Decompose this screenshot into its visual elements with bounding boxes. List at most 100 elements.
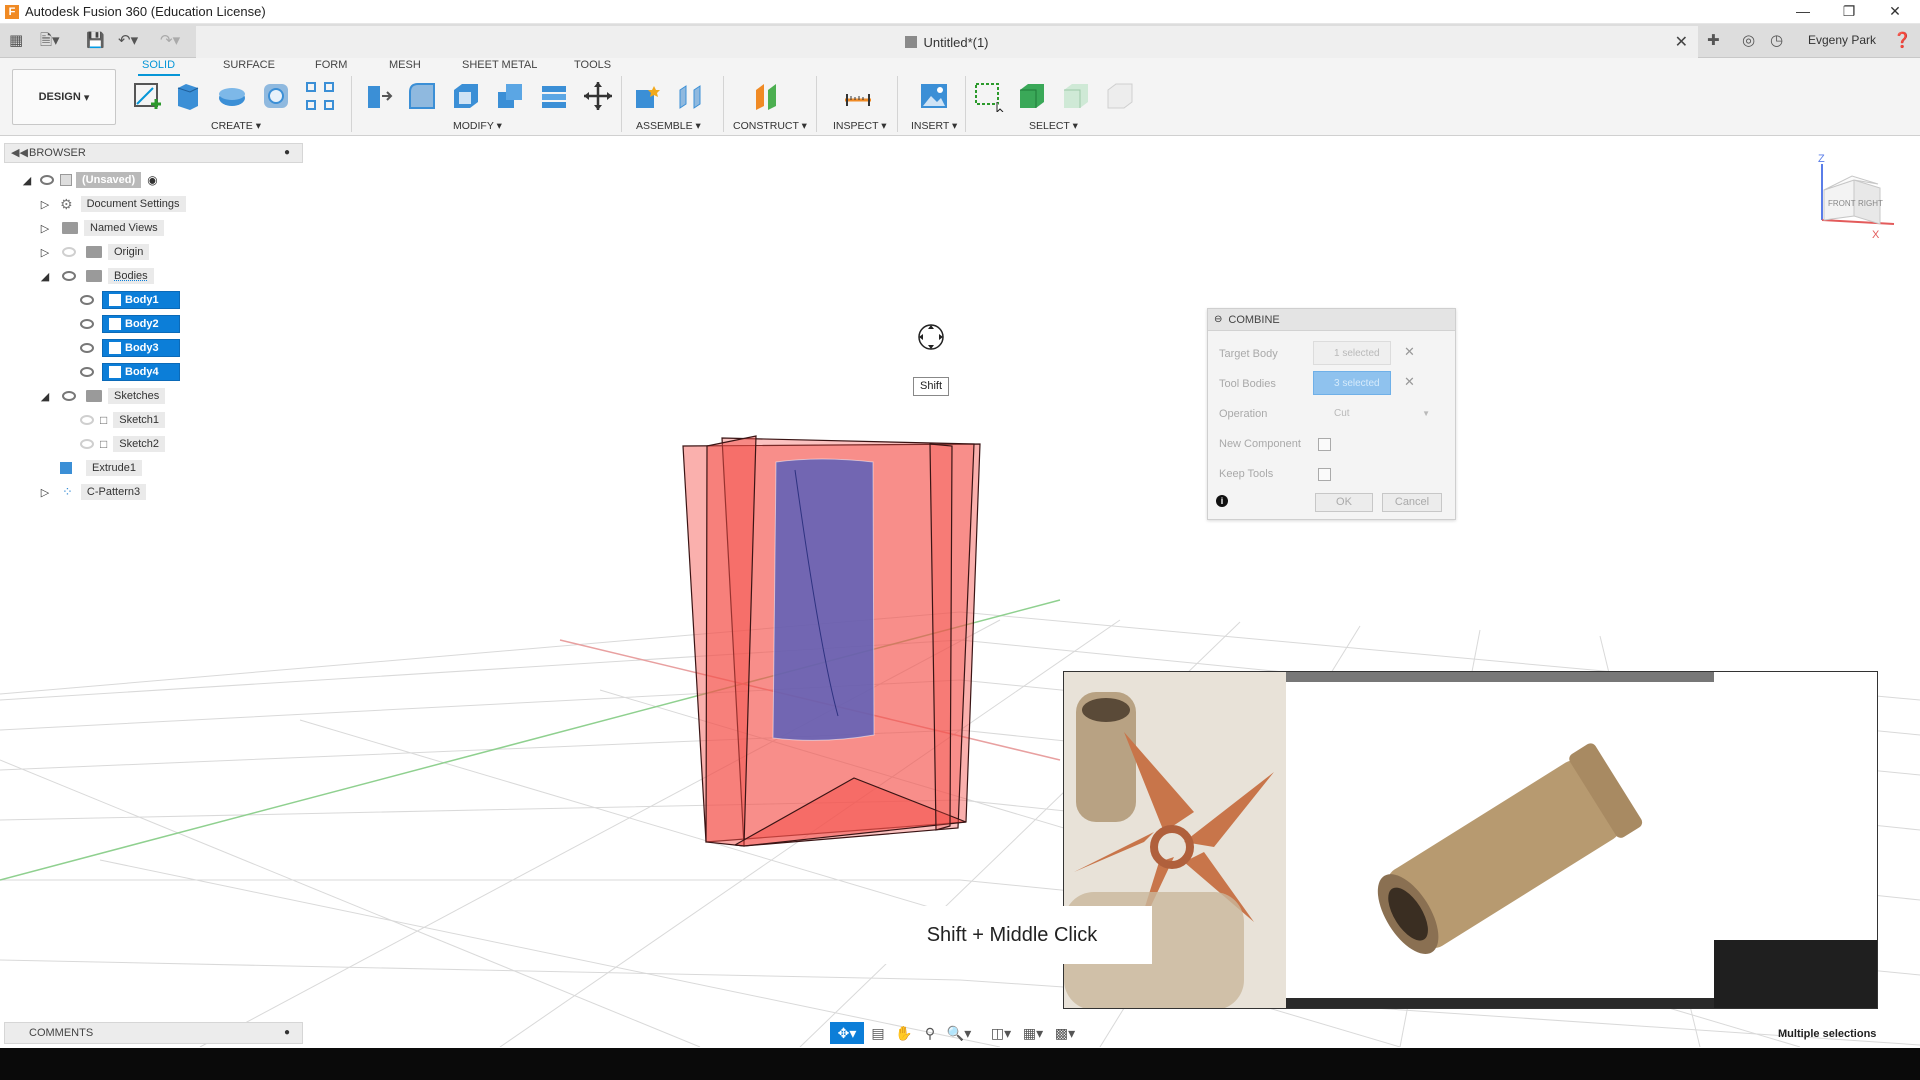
group-inspect[interactable]: INSPECT ▾ (833, 120, 887, 132)
press-pull-icon[interactable] (362, 80, 394, 112)
orbit-tool-icon[interactable]: ✥▾ (830, 1022, 864, 1044)
tab-sheet-metal[interactable]: SHEET METAL (462, 59, 537, 71)
display-settings-icon[interactable]: ◫▾ (986, 1022, 1016, 1044)
grid-settings-icon[interactable]: ▦▾ (1018, 1022, 1048, 1044)
joint-icon[interactable] (674, 80, 706, 112)
group-assemble[interactable]: ASSEMBLE ▾ (636, 120, 701, 132)
tree-item-named-views[interactable]: ▷ Named Views (38, 218, 164, 238)
tree-item-body4[interactable]: Body4 (80, 362, 180, 382)
tree-item-bodies[interactable]: ◢ Bodies (38, 266, 154, 286)
pan-icon[interactable]: ✋ (892, 1022, 916, 1044)
tree-item-document-settings[interactable]: ▷ ⚙ Document Settings (38, 194, 186, 214)
minimize-button[interactable]: — (1780, 0, 1826, 24)
new-component-checkbox[interactable] (1318, 438, 1331, 451)
measure-icon[interactable] (842, 80, 874, 112)
tab-solid[interactable]: SOLID (142, 59, 175, 71)
tree-item-origin[interactable]: ▷ Origin (38, 242, 150, 262)
tool-bodies-selector[interactable]: 3 selected (1313, 371, 1391, 395)
target-body-selector[interactable]: 1 selected (1313, 341, 1391, 365)
user-account[interactable]: Evgeny Park (1808, 33, 1876, 47)
new-tab-icon[interactable]: ✚ (1707, 31, 1720, 51)
visibility-eye-icon[interactable] (62, 247, 76, 257)
close-window-button[interactable]: ✕ (1872, 0, 1918, 24)
extrude-icon[interactable] (172, 80, 204, 112)
expand-icon[interactable]: ▷ (38, 246, 52, 259)
tree-item-sketch2[interactable]: □ Sketch2 (80, 434, 165, 454)
tab-surface[interactable]: SURFACE (223, 59, 275, 71)
collapse-browser-icon[interactable]: ◀◀ (11, 146, 28, 159)
clear-target-icon[interactable]: ✕ (1404, 344, 1415, 360)
offset-face-icon[interactable] (538, 80, 570, 112)
visibility-eye-icon[interactable] (62, 391, 76, 401)
revolve-icon[interactable] (216, 80, 248, 112)
ok-button[interactable]: OK (1315, 493, 1373, 512)
visibility-eye-icon[interactable] (80, 415, 94, 425)
combine-icon[interactable] (494, 80, 526, 112)
visibility-eye-icon[interactable] (80, 319, 94, 329)
expand-icon[interactable]: ▷ (38, 486, 52, 499)
tab-mesh[interactable]: MESH (389, 59, 421, 71)
comments-panel[interactable]: COMMENTS ● (4, 1022, 303, 1044)
document-tab[interactable]: Untitled*(1) ✕ (196, 26, 1698, 58)
tab-form[interactable]: FORM (315, 59, 347, 71)
clear-tools-icon[interactable]: ✕ (1404, 374, 1415, 390)
visibility-eye-icon[interactable] (80, 367, 94, 377)
fit-icon[interactable]: 🔍▾ (944, 1022, 974, 1044)
visibility-eye-icon[interactable] (40, 175, 54, 185)
group-modify[interactable]: MODIFY ▾ (453, 120, 502, 132)
group-insert[interactable]: INSERT ▾ (911, 120, 957, 132)
look-at-icon[interactable]: ▤ (866, 1022, 890, 1044)
file-menu-icon[interactable]: 🗎▾ (40, 31, 60, 51)
zoom-icon[interactable]: ⚲ (918, 1022, 942, 1044)
workspace-switcher[interactable]: DESIGN ▾ (12, 69, 116, 125)
visibility-eye-icon[interactable] (80, 439, 94, 449)
select-face-priority-icon[interactable] (1060, 80, 1092, 112)
pattern-icon[interactable] (304, 80, 336, 112)
select-body-priority-icon[interactable] (1016, 80, 1048, 112)
cancel-button[interactable]: Cancel (1382, 493, 1442, 512)
new-component-icon[interactable] (632, 80, 664, 112)
move-copy-icon[interactable] (582, 80, 614, 112)
undo-icon[interactable]: ↶▾ (118, 31, 138, 51)
create-sketch-icon[interactable] (131, 80, 163, 112)
tree-item-extrude1[interactable]: Extrude1 (60, 458, 143, 478)
tree-item-body3[interactable]: Body3 (80, 338, 180, 358)
viewports-icon[interactable]: ▩▾ (1050, 1022, 1080, 1044)
extensions-icon[interactable]: ◎ (1742, 31, 1755, 51)
group-select[interactable]: SELECT ▾ (1029, 120, 1078, 132)
expand-icon[interactable]: ◢ (20, 174, 34, 187)
visibility-eye-icon[interactable] (80, 343, 94, 353)
help-icon[interactable]: ❓ (1893, 31, 1912, 51)
data-panel-grid-icon[interactable]: ▦ (9, 31, 23, 51)
group-create[interactable]: CREATE ▾ (211, 120, 261, 132)
tree-root[interactable]: ◢ (Unsaved) ◉ (20, 170, 158, 190)
tree-item-sketches[interactable]: ◢ Sketches (38, 386, 166, 406)
insert-image-icon[interactable] (918, 80, 950, 112)
window-select-icon[interactable] (973, 80, 1005, 112)
tree-item-body1[interactable]: Body1 (80, 290, 180, 310)
browser-options-icon[interactable]: ● (284, 147, 290, 158)
fillet-icon[interactable] (406, 80, 438, 112)
visibility-eye-icon[interactable] (80, 295, 94, 305)
redo-icon[interactable]: ↷▾ (160, 31, 180, 51)
collapse-icon[interactable]: ◢ (38, 270, 52, 283)
info-icon[interactable]: i (1216, 495, 1228, 507)
tree-item-sketch1[interactable]: □ Sketch1 (80, 410, 165, 430)
save-icon[interactable]: 💾 (86, 31, 105, 51)
visibility-eye-icon[interactable] (62, 271, 76, 281)
hole-icon[interactable] (260, 80, 292, 112)
tree-item-body2[interactable]: Body2 (80, 314, 180, 334)
shell-icon[interactable] (450, 80, 482, 112)
activate-radio-icon[interactable]: ◉ (147, 173, 157, 187)
offset-plane-icon[interactable] (752, 80, 784, 112)
restore-button[interactable]: ❐ (1826, 0, 1872, 24)
job-status-icon[interactable]: ◷ (1770, 31, 1783, 51)
viewcube[interactable]: Z X FRONT RIGHT (1814, 150, 1898, 242)
add-comment-icon[interactable]: ● (284, 1027, 290, 1038)
tree-item-c-pattern3[interactable]: ▷ ⁘ C-Pattern3 (38, 482, 147, 502)
close-tab-icon[interactable]: ✕ (1675, 32, 1688, 52)
expand-icon[interactable]: ▷ (38, 198, 52, 211)
collapse-icon[interactable]: ◢ (38, 390, 52, 403)
expand-icon[interactable]: ▷ (38, 222, 52, 235)
keep-tools-checkbox[interactable] (1318, 468, 1331, 481)
